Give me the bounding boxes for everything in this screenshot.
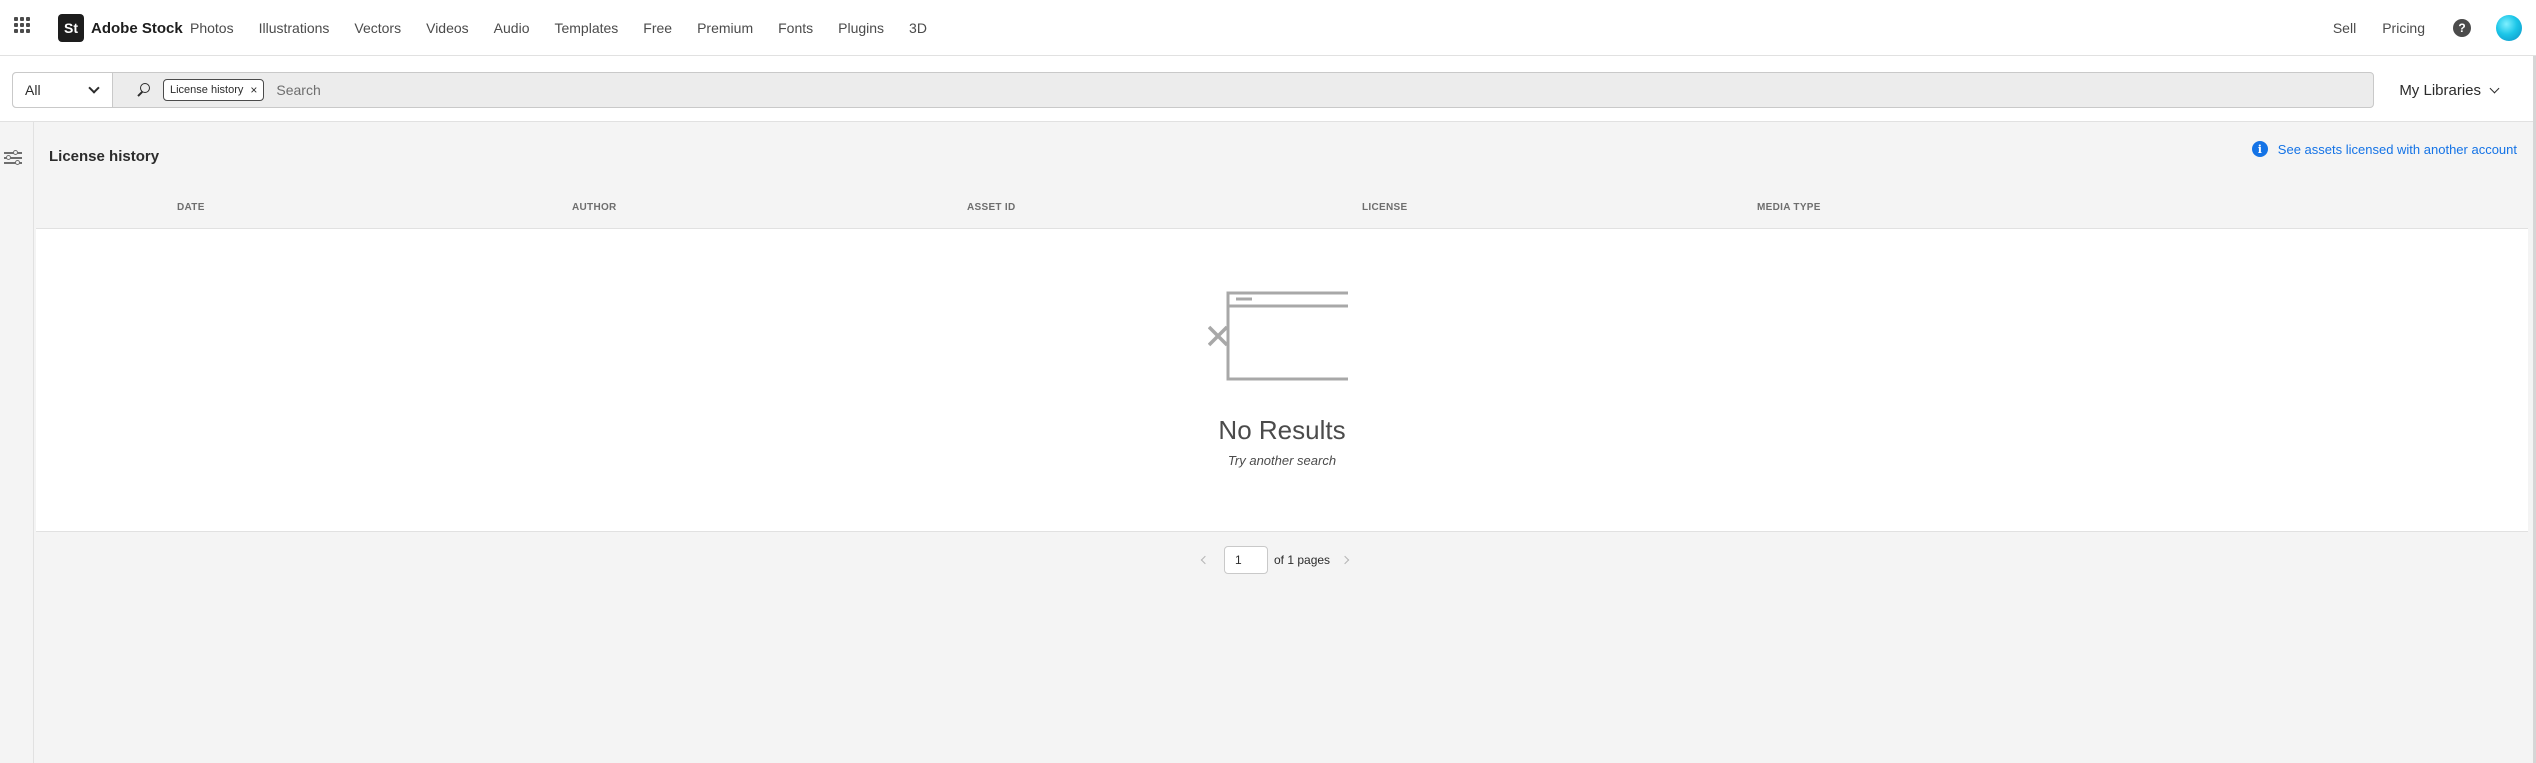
chevron-down-icon — [2489, 83, 2500, 94]
brand-name: Adobe Stock — [91, 19, 183, 37]
results-panel: No Results Try another search — [36, 228, 2528, 532]
search-bar-section: All License history × My Libraries — [0, 56, 2536, 122]
my-libraries-button[interactable]: My Libraries — [2399, 72, 2500, 108]
search-scope-value: All — [25, 82, 41, 98]
help-icon[interactable]: ? — [2453, 19, 2471, 37]
chevron-down-icon — [88, 82, 100, 94]
avatar[interactable] — [2496, 15, 2522, 41]
search-icon — [135, 82, 151, 98]
apps-grid-icon[interactable] — [14, 17, 30, 33]
filter-side-rail — [0, 122, 34, 763]
nav-link-fonts[interactable]: Fonts — [778, 20, 813, 36]
account-nav: Sell Pricing ? — [2307, 0, 2522, 56]
main-content: License history i See assets licensed wi… — [0, 122, 2536, 763]
column-header-date: DATE — [177, 202, 205, 213]
nav-link-illustrations[interactable]: Illustrations — [259, 20, 330, 36]
nav-link-3d[interactable]: 3D — [909, 20, 927, 36]
nav-link-videos[interactable]: Videos — [426, 20, 469, 36]
nav-link-plugins[interactable]: Plugins — [838, 20, 884, 36]
nav-link-free[interactable]: Free — [643, 20, 672, 36]
previous-page-button[interactable] — [1196, 551, 1214, 569]
filter-chip-license-history[interactable]: License history × — [163, 79, 265, 101]
close-icon[interactable]: × — [250, 84, 257, 96]
nav-link-audio[interactable]: Audio — [494, 20, 530, 36]
empty-state-subtitle: Try another search — [1227, 453, 1337, 468]
info-icon: i — [2251, 141, 2268, 157]
empty-state-title: No Results — [1218, 415, 1346, 445]
chevron-left-icon — [1200, 555, 1210, 565]
pricing-link[interactable]: Pricing — [2382, 20, 2425, 36]
column-header-asset-id: ASSET ID — [967, 202, 1016, 213]
table-header: DATE AUTHOR ASSET ID LICENSE MEDIA TYPE — [36, 196, 2528, 222]
next-page-button[interactable] — [1336, 551, 1354, 569]
adobe-stock-logo-icon: St — [58, 14, 84, 42]
main-nav: Photos Illustrations Vectors Videos Audi… — [190, 0, 952, 56]
column-header-media-type: MEDIA TYPE — [1757, 202, 1821, 213]
my-libraries-label: My Libraries — [2399, 81, 2481, 99]
sell-link[interactable]: Sell — [2333, 20, 2356, 36]
page-title: License history — [49, 148, 160, 165]
search-scope-select[interactable]: All — [13, 73, 113, 107]
column-header-author: AUTHOR — [572, 202, 617, 213]
nav-link-vectors[interactable]: Vectors — [354, 20, 401, 36]
pagination: of 1 pages — [1196, 546, 1354, 574]
chevron-right-icon — [1340, 555, 1350, 565]
top-navigation: St Adobe Stock Photos Illustrations Vect… — [0, 0, 2536, 56]
search-box: All License history × — [12, 72, 2374, 108]
column-header-license: LICENSE — [1362, 202, 1408, 213]
see-other-account-label: See assets licensed with another account — [2277, 141, 2517, 157]
nav-link-templates[interactable]: Templates — [554, 20, 618, 36]
page-total-label: of 1 pages — [1274, 553, 1331, 567]
nav-link-photos[interactable]: Photos — [190, 20, 234, 36]
filter-icon[interactable] — [4, 149, 22, 166]
filter-chip-label: License history — [170, 84, 244, 96]
page-number-input[interactable] — [1224, 546, 1268, 574]
see-other-account-link[interactable]: i See assets licensed with another accou… — [2251, 141, 2517, 157]
search-input[interactable] — [276, 73, 2373, 107]
brand-logo-link[interactable]: St Adobe Stock — [58, 14, 183, 42]
nav-link-premium[interactable]: Premium — [697, 20, 753, 36]
empty-window-x-icon — [1208, 291, 1348, 381]
